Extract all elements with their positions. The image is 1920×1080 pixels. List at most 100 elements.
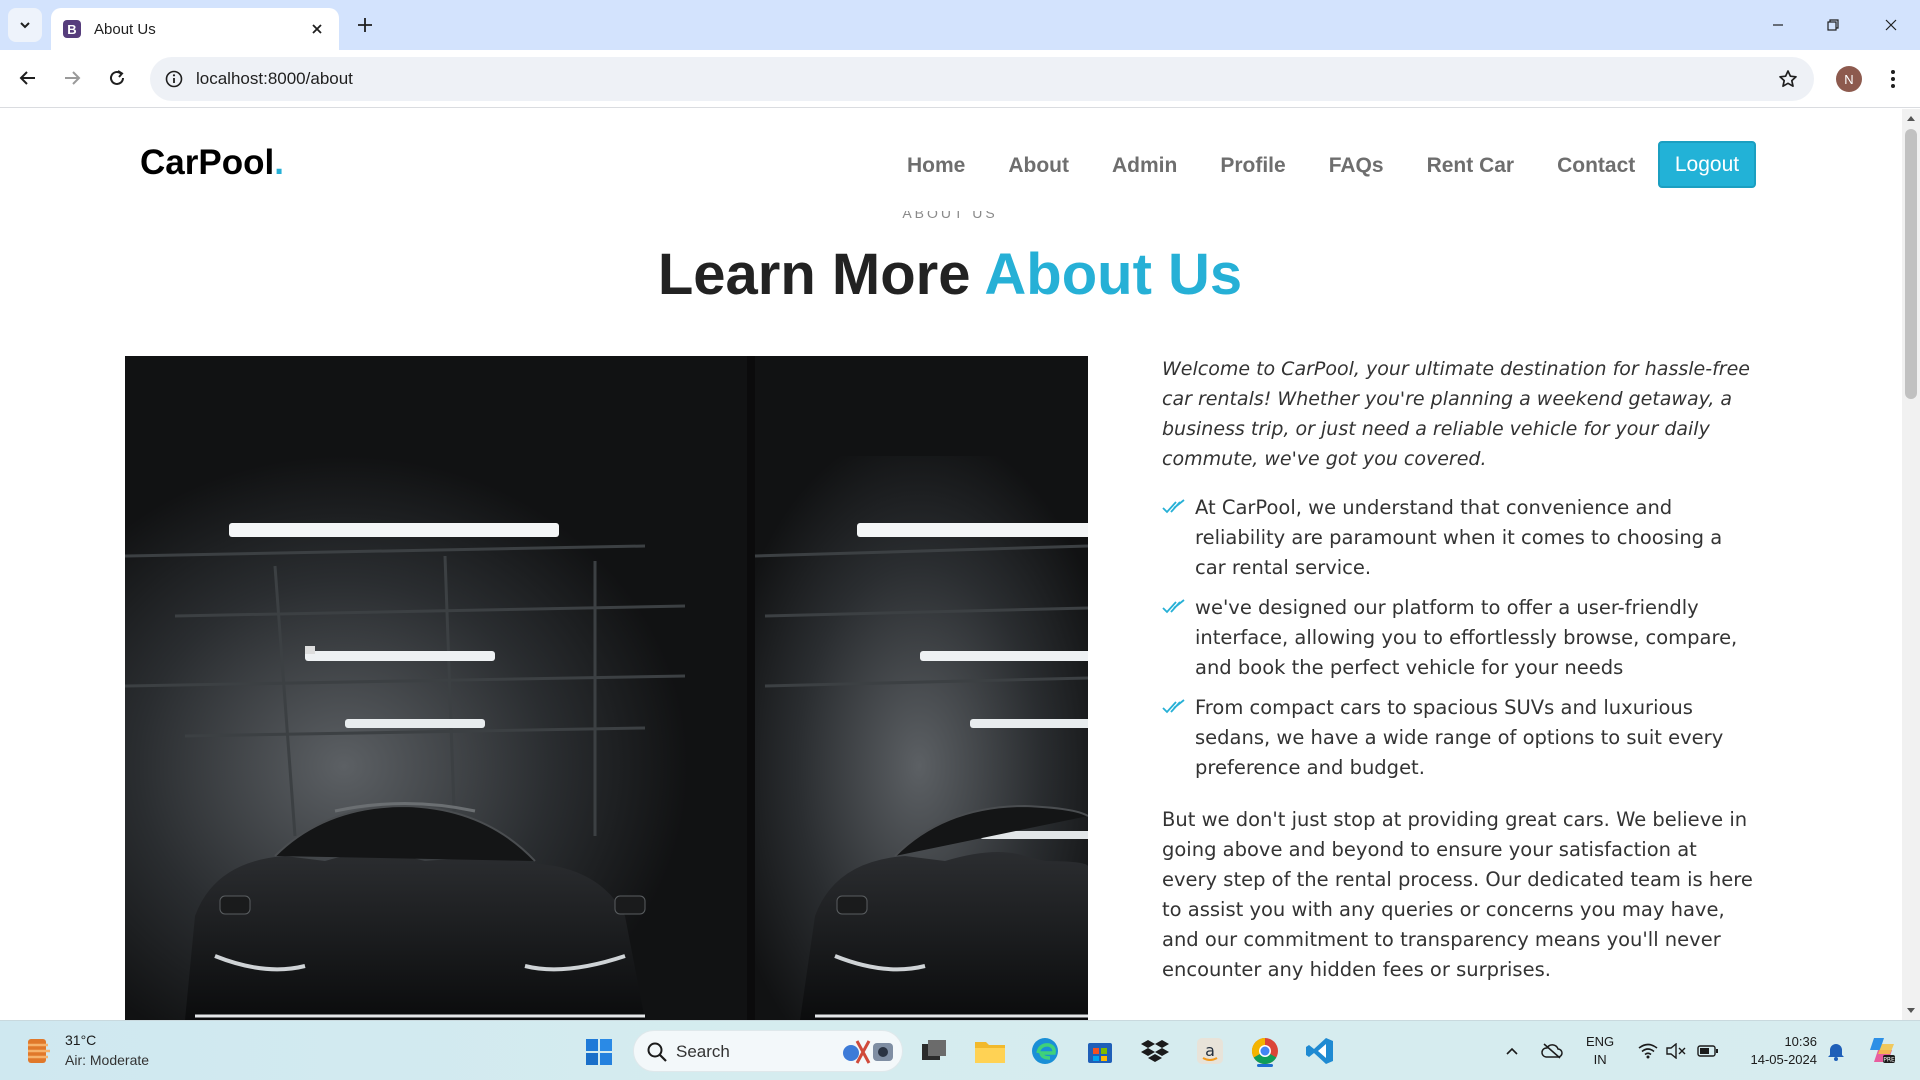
tray-onedrive[interactable] xyxy=(1540,1039,1564,1063)
logout-button[interactable]: Logout xyxy=(1658,141,1756,188)
nav-contact[interactable]: Contact xyxy=(1557,154,1635,178)
forward-button[interactable] xyxy=(55,61,89,95)
active-app-indicator xyxy=(1257,1064,1273,1067)
tray-notifications[interactable] xyxy=(1824,1039,1848,1063)
double-check-icon xyxy=(1162,499,1185,514)
tab-search-button[interactable] xyxy=(8,8,42,42)
svg-text:a: a xyxy=(1205,1041,1215,1060)
task-view-icon xyxy=(922,1040,946,1060)
minimize-button[interactable] xyxy=(1763,10,1793,40)
tray-volume[interactable] xyxy=(1664,1039,1688,1063)
weather-temperature[interactable]: 31°C xyxy=(65,1032,96,1048)
windows-start-icon[interactable] xyxy=(585,1038,613,1066)
taskbar-chrome[interactable] xyxy=(1247,1033,1283,1069)
feature-text: At CarPool, we understand that convenien… xyxy=(1195,496,1723,579)
feature-item: At CarPool, we understand that convenien… xyxy=(1162,493,1758,583)
page-viewport: CarPool. Home About Admin Profile FAQs R… xyxy=(0,109,1902,1020)
close-tab-icon[interactable] xyxy=(307,19,327,39)
vscode-icon xyxy=(1306,1038,1333,1064)
search-icon xyxy=(647,1042,667,1062)
taskbar-file-explorer[interactable] xyxy=(972,1033,1008,1069)
about-outro: But we don't just stop at providing grea… xyxy=(1162,808,1753,981)
nav-faqs[interactable]: FAQs xyxy=(1329,154,1384,178)
search-label: Search xyxy=(676,1042,730,1061)
scrollbar-thumb[interactable] xyxy=(1905,129,1917,399)
main-nav: Home About Admin Profile FAQs Rent Car C… xyxy=(907,154,1678,178)
about-text: Welcome to CarPool, your ultimate destin… xyxy=(1162,354,1758,985)
language-code: ENG xyxy=(1586,1034,1615,1049)
arrow-left-icon xyxy=(19,71,35,85)
address-bar[interactable]: localhost:8000/about xyxy=(150,57,1814,101)
site-info-icon[interactable] xyxy=(163,68,185,90)
taskbar-dropbox[interactable] xyxy=(1137,1033,1173,1069)
chevron-up-icon xyxy=(1506,1047,1518,1055)
nav-about[interactable]: About xyxy=(1008,154,1069,178)
page-title: Learn More About Us xyxy=(0,241,1900,308)
scroll-up-arrow-icon[interactable] xyxy=(1906,113,1916,123)
bookmark-star-icon[interactable] xyxy=(1776,67,1800,91)
taskbar-task-view[interactable] xyxy=(916,1033,952,1069)
kebab-menu-icon xyxy=(1891,70,1895,88)
tab-title: About Us xyxy=(94,20,156,38)
nav-home[interactable]: Home xyxy=(907,154,965,178)
title-main: Learn More xyxy=(657,242,985,307)
tray-copilot[interactable]: PRE xyxy=(1864,1035,1898,1065)
folder-icon xyxy=(975,1042,1005,1063)
browser-tab-strip: B About Us xyxy=(0,0,1920,50)
taskbar-store[interactable] xyxy=(1082,1033,1118,1069)
feature-item: we've designed our platform to offer a u… xyxy=(1162,593,1758,683)
search-highlight-art-icon xyxy=(843,1040,893,1064)
title-accent: About Us xyxy=(984,242,1243,307)
reload-button[interactable] xyxy=(100,61,134,95)
double-check-icon xyxy=(1162,699,1185,714)
amazon-icon: a xyxy=(1197,1038,1223,1064)
clock-date: 14-05-2024 xyxy=(1750,1052,1818,1067)
weather-description[interactable]: Air: Moderate xyxy=(65,1052,149,1068)
feature-text: we've designed our platform to offer a u… xyxy=(1195,596,1738,679)
dropbox-icon xyxy=(1141,1040,1169,1062)
taskbar-vscode[interactable] xyxy=(1302,1033,1338,1069)
feature-list: At CarPool, we understand that convenien… xyxy=(1162,493,1758,783)
nav-profile[interactable]: Profile xyxy=(1220,154,1285,178)
restore-button[interactable] xyxy=(1818,10,1848,40)
page-scrollbar[interactable] xyxy=(1902,109,1920,1020)
tray-overflow-chevron[interactable] xyxy=(1500,1039,1524,1063)
plus-icon xyxy=(358,18,372,32)
copilot-icon: PRE xyxy=(1870,1038,1895,1064)
double-check-icon xyxy=(1162,599,1185,614)
url-text[interactable]: localhost:8000/about xyxy=(196,69,353,89)
brand-dot: . xyxy=(274,143,284,182)
cloud-offline-icon xyxy=(1541,1043,1563,1059)
browser-menu-button[interactable] xyxy=(1880,64,1906,94)
profile-avatar[interactable]: N xyxy=(1836,66,1862,92)
volume-muted-icon xyxy=(1666,1043,1686,1059)
os-taskbar: 31°C Air: Moderate Search a ENG IN 10:36… xyxy=(0,1020,1920,1080)
taskbar-search-box[interactable]: Search xyxy=(633,1030,903,1072)
minimize-icon xyxy=(1773,24,1783,26)
input-language[interactable]: ENG IN xyxy=(1586,1033,1614,1069)
feature-text: From compact cars to spacious SUVs and l… xyxy=(1195,696,1724,779)
tray-battery[interactable] xyxy=(1696,1039,1720,1063)
battery-icon xyxy=(1697,1045,1718,1057)
wifi-icon xyxy=(1638,1043,1658,1059)
scroll-down-arrow-icon[interactable] xyxy=(1906,1006,1916,1016)
new-tab-button[interactable] xyxy=(352,12,378,38)
weather-haze-icon[interactable] xyxy=(26,1035,52,1067)
restore-icon xyxy=(1827,19,1839,31)
close-window-button[interactable] xyxy=(1876,10,1906,40)
bootstrap-favicon-icon: B xyxy=(63,20,81,38)
svg-text:PRE: PRE xyxy=(1883,1057,1895,1064)
parking-garage-image xyxy=(125,356,1088,1020)
nav-admin[interactable]: Admin xyxy=(1112,154,1177,178)
back-button[interactable] xyxy=(11,61,45,95)
chrome-icon xyxy=(1251,1037,1278,1065)
arrow-right-icon xyxy=(65,71,81,85)
nav-rent-car[interactable]: Rent Car xyxy=(1427,154,1515,178)
taskbar-edge[interactable] xyxy=(1027,1033,1063,1069)
tray-wifi[interactable] xyxy=(1636,1039,1660,1063)
browser-tab-active[interactable]: B About Us xyxy=(51,8,339,50)
system-clock[interactable]: 10:36 14-05-2024 xyxy=(1737,1033,1818,1069)
site-logo[interactable]: CarPool. xyxy=(140,143,284,183)
taskbar-amazon[interactable]: a xyxy=(1192,1033,1228,1069)
chevron-down-icon xyxy=(20,22,30,29)
